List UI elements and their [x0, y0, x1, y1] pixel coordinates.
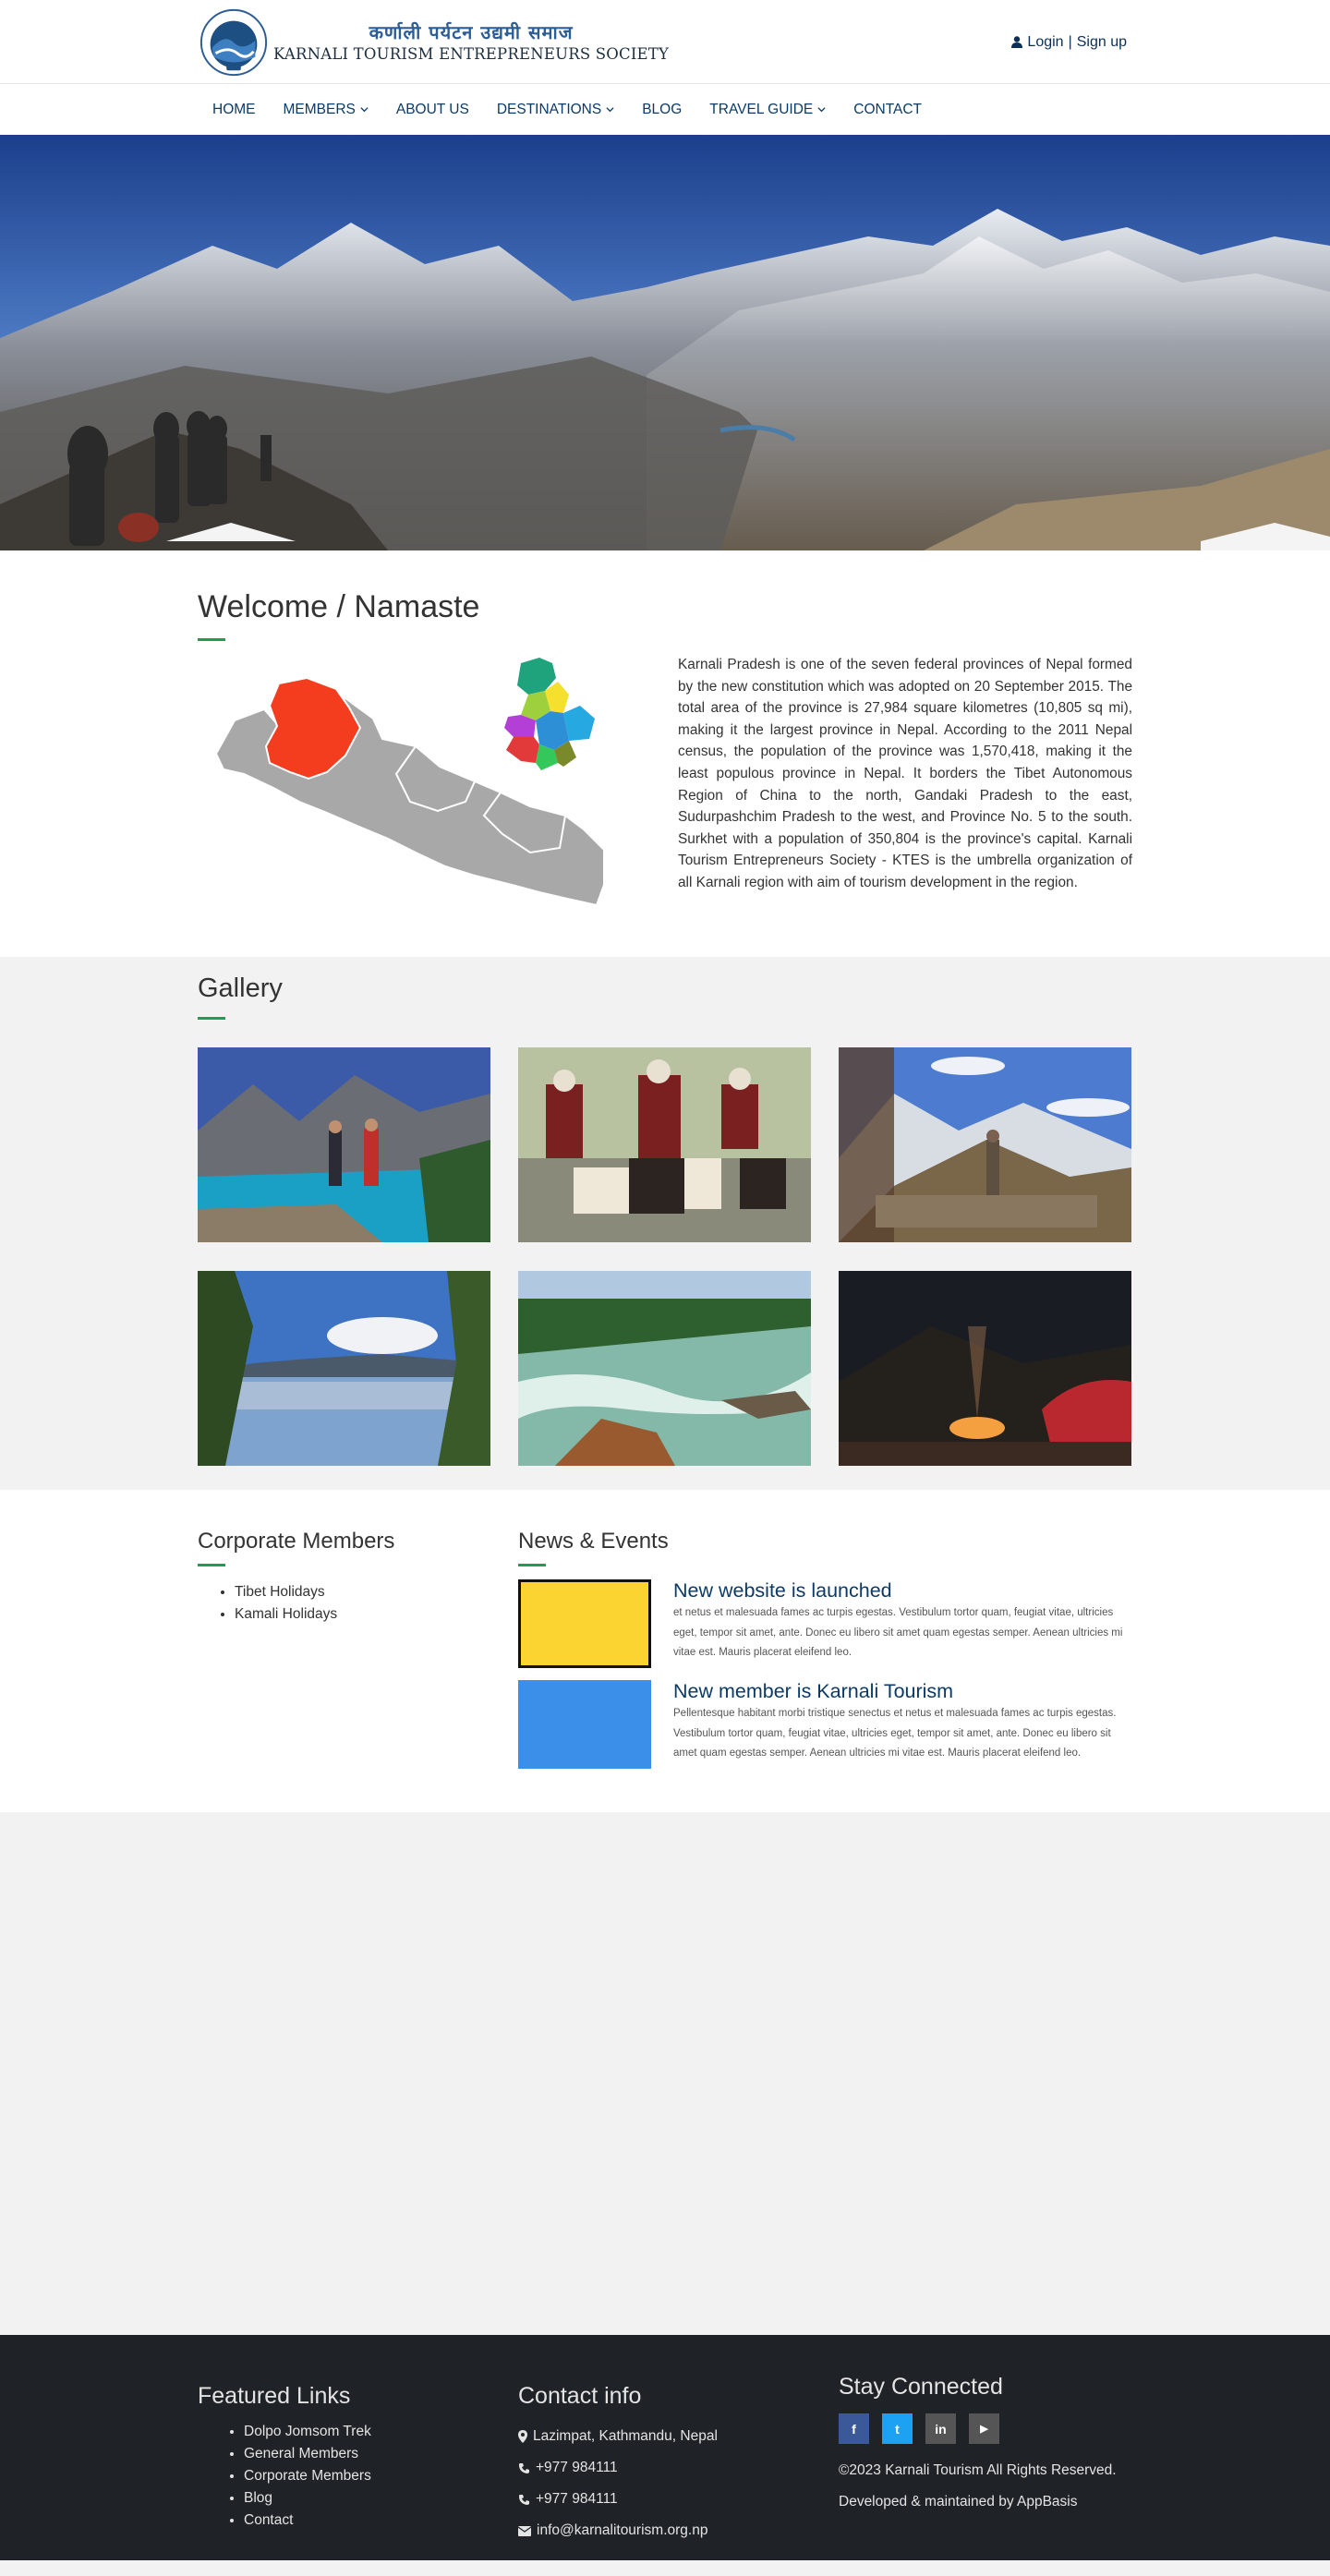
footer-link[interactable]: Blog [244, 2487, 518, 2509]
member-item[interactable]: Tibet Holidays [235, 1581, 518, 1603]
logo-english-text: KARNALI TOURISM ENTREPRENEURS SOCIETY [273, 44, 670, 63]
news-title: News & Events [518, 1529, 669, 1554]
featured-links: Featured Links Dolpo Jomsom Trek General… [198, 2374, 518, 2546]
developer-credit: Developed & maintained by AppBasis [839, 2494, 1078, 2509]
chevron-down-icon [606, 107, 614, 113]
logo-emblem-icon [200, 8, 268, 76]
member-item[interactable]: Kamali Holidays [235, 1603, 518, 1626]
members-news-section: Corporate Members Tibet Holidays Kamali … [0, 1490, 1330, 1812]
title-underline [518, 1564, 546, 1566]
members-title: Corporate Members [198, 1529, 395, 1554]
nepal-map [198, 654, 671, 935]
nav-contact-label: CONTACT [853, 101, 923, 117]
gallery-title: Gallery [198, 974, 283, 1003]
news-thumbnail[interactable] [518, 1579, 651, 1668]
nav-members[interactable]: MEMBERS [284, 102, 369, 118]
news-item-description: et netus et malesuada fames ac turpis eg… [673, 1607, 1123, 1658]
facebook-icon[interactable]: f [839, 2413, 869, 2444]
nav-home[interactable]: HOME [212, 102, 256, 118]
news-item-description: Pellentesque habitant morbi tristique se… [673, 1708, 1117, 1759]
user-icon [1011, 36, 1023, 48]
news-thumbnail[interactable] [518, 1680, 651, 1769]
footer-link[interactable]: Corporate Members [244, 2465, 518, 2487]
site-logo[interactable]: कर्णाली पर्यटन उद्यमी समाज KARNALI TOURI… [198, 6, 669, 79]
main-navbar: HOME MEMBERS ABOUT US DESTINATIONS BLOG … [0, 84, 1330, 135]
gallery-section: Gallery [0, 957, 1330, 1490]
map-marker-icon [518, 2430, 527, 2443]
nav-home-label: HOME [212, 101, 256, 117]
title-underline [198, 1017, 225, 1020]
news-item: New member is Karnali Tourism Pellentesq… [518, 1680, 1132, 1769]
gallery-image-river-rapids[interactable] [518, 1271, 811, 1466]
phone-text[interactable]: +977 984111 [536, 2460, 618, 2476]
nav-travel-guide-label: TRAVEL GUIDE [709, 101, 814, 117]
top-header: कर्णाली पर्यटन उद्यमी समाज KARNALI TOURI… [0, 0, 1330, 84]
auth-separator: | [1068, 33, 1072, 50]
linkedin-icon[interactable]: in [925, 2413, 956, 2444]
news-item-title[interactable]: New member is Karnali Tourism [673, 1680, 1132, 1702]
footer-link[interactable]: General Members [244, 2443, 518, 2465]
title-underline [198, 638, 225, 641]
nav-members-label: MEMBERS [283, 101, 356, 117]
copyright-text: ©2023 Karnali Tourism All Rights Reserve… [839, 2462, 1117, 2478]
gallery-image-night-camp[interactable] [839, 1271, 1131, 1466]
welcome-title: Welcome / Namaste [198, 589, 480, 624]
gallery-image-mountain-village[interactable] [839, 1047, 1131, 1242]
nav-about-us[interactable]: ABOUT US [396, 102, 469, 118]
auth-links: Login | Sign up [1011, 34, 1127, 51]
featured-links-title: Featured Links [198, 2383, 351, 2409]
news-events: News & Events New website is launched et… [518, 1529, 1132, 1781]
contact-info-title: Contact info [518, 2383, 642, 2409]
address-text: Lazimpat, Kathmandu, Nepal [533, 2428, 718, 2444]
news-item-title[interactable]: New website is launched [673, 1579, 1132, 1602]
phone-icon [519, 2462, 529, 2473]
gallery-image-lake-reflection[interactable] [198, 1271, 490, 1466]
gallery-image-lake-trekkers[interactable] [198, 1047, 490, 1242]
welcome-description: Karnali Pradesh is one of the seven fede… [678, 657, 1132, 890]
contact-phone: +977 984111 [518, 2452, 839, 2484]
title-underline [198, 1564, 225, 1566]
logo-nepali-text: कर्णाली पर्यटन उद्यमी समाज [369, 20, 574, 43]
signup-link[interactable]: Sign up [1077, 34, 1127, 51]
nav-about-label: ABOUT US [395, 101, 469, 117]
welcome-section: Welcome / Namaste Karnali Pradesh is one… [0, 550, 1330, 957]
hero-banner [0, 135, 1330, 550]
chevron-down-icon [360, 107, 369, 113]
envelope-icon [518, 2525, 531, 2536]
news-item: New website is launched et netus et male… [518, 1579, 1132, 1668]
footer-link[interactable]: Dolpo Jomsom Trek [244, 2421, 518, 2443]
hero-mountain-image [0, 135, 1330, 550]
nav-contact[interactable]: CONTACT [853, 102, 922, 118]
nav-blog[interactable]: BLOG [642, 102, 682, 118]
phone-text[interactable]: +977 984111 [536, 2491, 618, 2508]
corporate-members: Corporate Members Tibet Holidays Kamali … [198, 1529, 518, 1781]
stay-connected: Stay Connected f t in ▶ ©2023 Karnali To… [839, 2374, 1132, 2546]
site-footer: Featured Links Dolpo Jomsom Trek General… [0, 2335, 1330, 2560]
contact-phone: +977 984111 [518, 2484, 839, 2515]
stay-connected-title: Stay Connected [839, 2374, 1003, 2400]
chevron-down-icon [817, 107, 826, 113]
contact-address: Lazimpat, Kathmandu, Nepal [518, 2421, 839, 2452]
nepal-map-image [214, 658, 605, 907]
nav-destinations-label: DESTINATIONS [496, 101, 602, 117]
nav-destinations[interactable]: DESTINATIONS [497, 102, 614, 118]
nav-blog-label: BLOG [642, 101, 683, 117]
twitter-icon[interactable]: t [882, 2413, 913, 2444]
footer-link[interactable]: Contact [244, 2509, 518, 2532]
gallery-image-horse-festival[interactable] [518, 1047, 811, 1242]
phone-icon [519, 2494, 529, 2505]
nav-travel-guide[interactable]: TRAVEL GUIDE [709, 102, 826, 118]
empty-area [0, 1812, 1330, 2335]
contact-email: info@karnalitourism.org.np [518, 2515, 839, 2546]
login-link[interactable]: Login [1027, 34, 1063, 51]
email-text[interactable]: info@karnalitourism.org.np [537, 2522, 707, 2539]
youtube-icon[interactable]: ▶ [969, 2413, 999, 2444]
contact-info: Contact info Lazimpat, Kathmandu, Nepal … [518, 2374, 839, 2546]
